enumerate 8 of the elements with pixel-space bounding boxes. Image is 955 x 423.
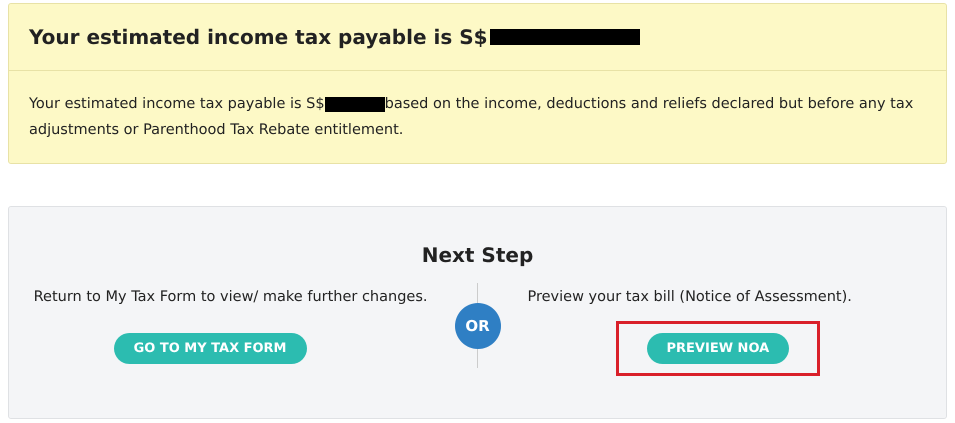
summary-title: Your estimated income tax payable is S$ [29,25,640,49]
next-step-heading: Next Step [422,243,534,267]
or-badge: OR [454,302,500,348]
option-text: Return to My Tax Form to view/ make further changes. [34,289,428,305]
go-to-tax-form-button[interactable]: GO TO MY TAX FORM [114,333,306,364]
preview-button[interactable]: PREVIEW NOA [646,333,790,364]
option-text: Preview your tax bill (Notice of Assessment). [528,289,852,305]
summary-text: Your estimated income tax payable is S$ based on the income, deductions and reliefs declared but before any tax adjustments or Parenthood Tax Rebate entitlement. [28,95,914,140]
